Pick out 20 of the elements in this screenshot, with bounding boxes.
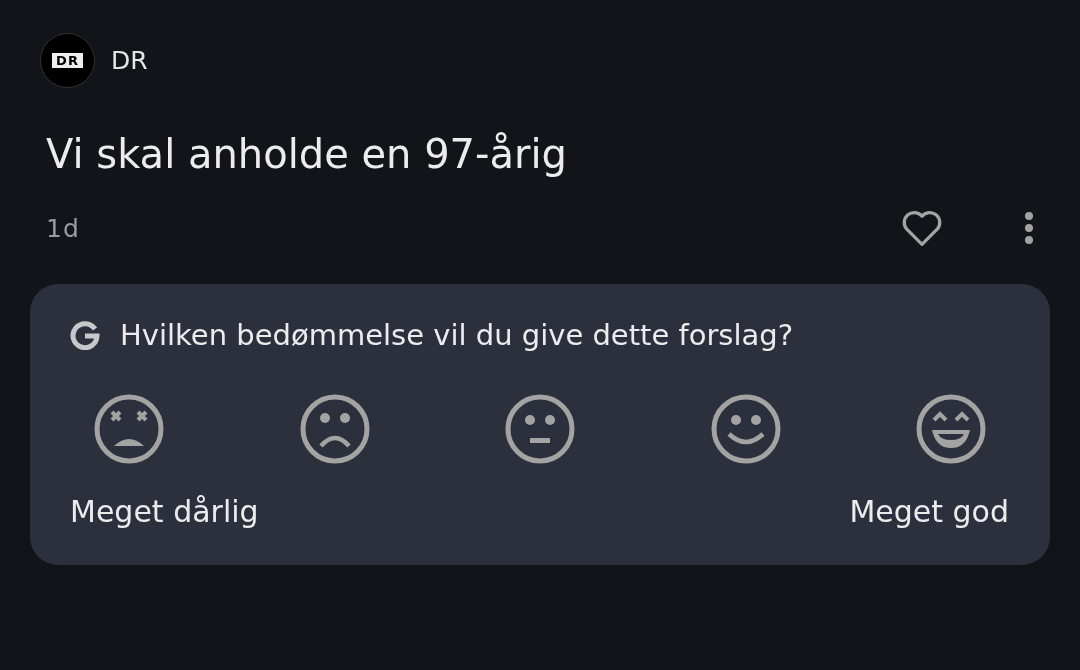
logo-text: DR	[52, 53, 83, 68]
dizzy-face-icon	[94, 394, 164, 464]
headline[interactable]: Vi skal anholde en 97-årig	[46, 130, 1050, 178]
smiling-face-icon	[710, 394, 781, 464]
rating-question: Hvilken bedømmelse vil du give dette forslag?	[120, 318, 794, 352]
heart-button[interactable]	[900, 208, 944, 248]
rating-option[interactable]	[299, 394, 370, 464]
rating-option[interactable]	[94, 394, 164, 464]
more-menu-button[interactable]	[1024, 211, 1034, 245]
low-rating-label: Meget dårlig	[70, 494, 259, 529]
rating-option[interactable]	[710, 394, 781, 464]
g-letter-icon	[70, 320, 100, 350]
frowning-face-icon	[299, 394, 370, 464]
grinning-face-icon	[916, 394, 986, 464]
high-rating-label: Meget god	[849, 494, 1009, 529]
article-age: 1d	[46, 213, 81, 243]
neutral-face-icon	[505, 394, 575, 464]
source-name: DR	[111, 46, 148, 75]
rating-option[interactable]	[505, 394, 575, 464]
rating-option[interactable]	[916, 394, 986, 464]
